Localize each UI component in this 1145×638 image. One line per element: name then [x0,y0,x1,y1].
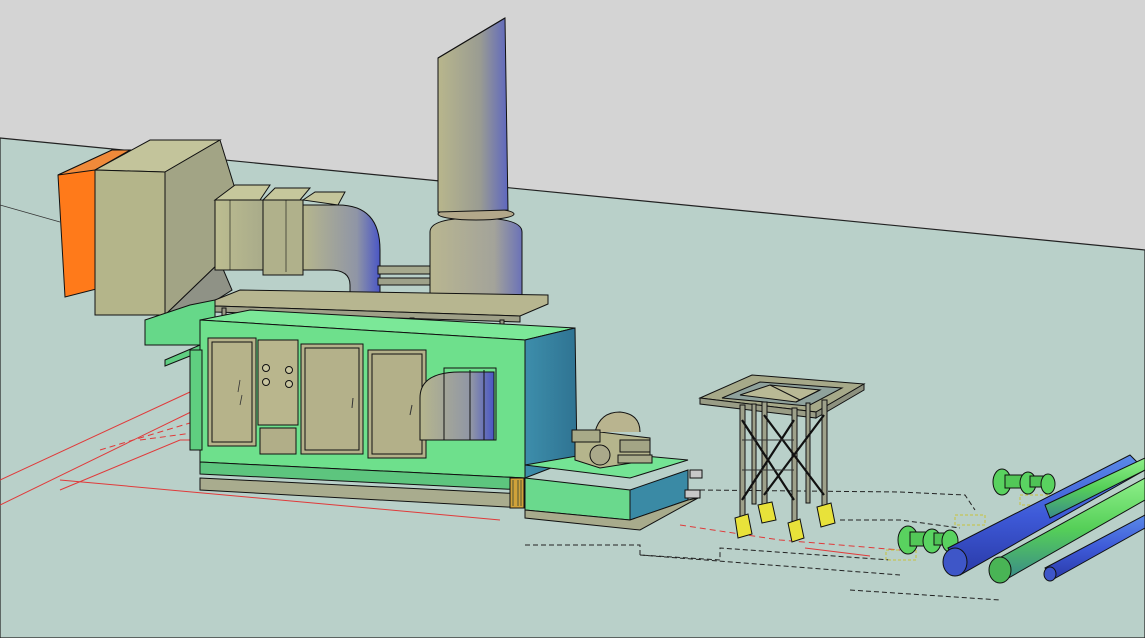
coupling-section [509,477,525,509]
access-door [300,343,364,455]
access-door [367,349,427,459]
plant-3d-model [0,0,1145,638]
panel-lower [259,427,297,455]
access-door [207,337,257,447]
filter-house-side [94,169,166,316]
gas-turbine-enclosure-icon [189,309,578,491]
vent-hood [419,371,495,441]
enclosure-side-strip [189,349,203,451]
cad-3d-viewport[interactable] [0,0,1145,638]
enclosure-side [524,327,578,479]
